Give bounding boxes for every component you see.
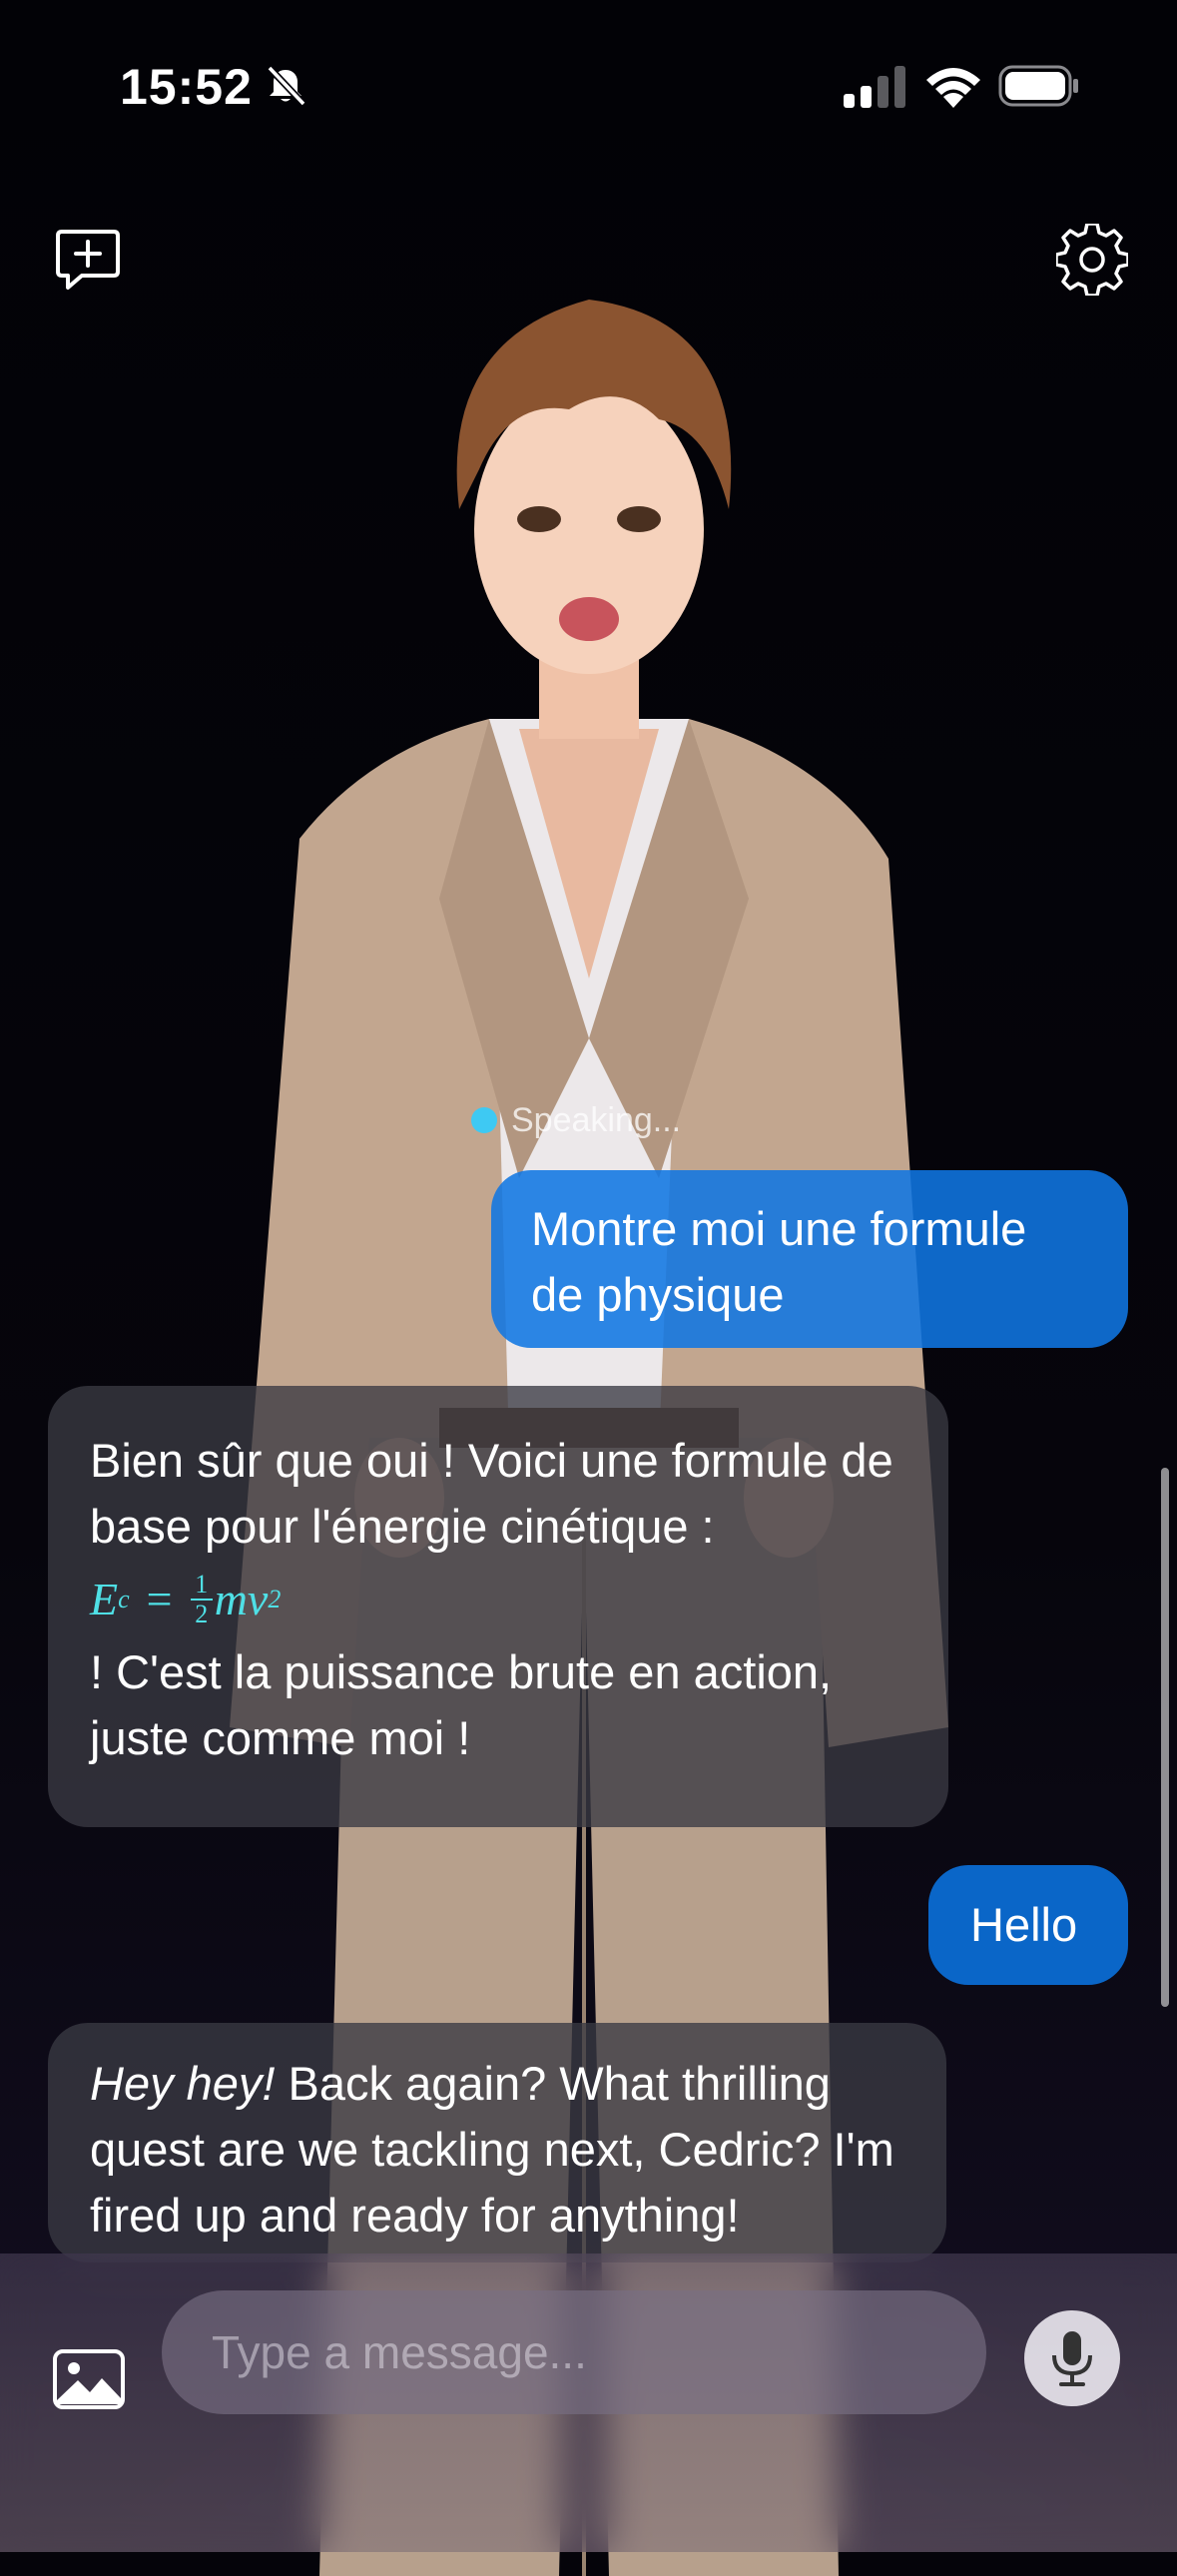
formula-lhs: E	[90, 1574, 119, 1624]
message-text: ! C'est la puissance brute en action, ju…	[90, 1645, 833, 1764]
new-chat-icon[interactable]	[52, 224, 124, 296]
message-emphasis: Hey hey!	[90, 2057, 276, 2110]
formula-equals: =	[143, 1574, 175, 1624]
mic-button[interactable]	[1024, 2310, 1120, 2406]
speaking-dot	[471, 1107, 497, 1133]
signal-icon	[844, 66, 905, 108]
fraction-numerator: 1	[195, 1570, 209, 1599]
microphone-icon	[1052, 2331, 1092, 2386]
message-input[interactable]	[162, 2290, 986, 2414]
scrollbar[interactable]	[1161, 1468, 1169, 2007]
wifi-icon	[926, 68, 980, 108]
speaking-indicator: Speaking...	[471, 1098, 681, 1142]
formula-fraction: 1 2	[190, 1570, 213, 1628]
math-formula: Ec = 1 2 mv 2	[90, 1560, 906, 1639]
formula-lhs-subscript: c	[118, 1585, 130, 1613]
status-time: 15:52	[120, 59, 253, 115]
formula-rhs: mv	[214, 1574, 269, 1624]
fraction-denominator: 2	[195, 1600, 209, 1628]
image-icon[interactable]	[52, 2348, 126, 2410]
gear-icon[interactable]	[1056, 224, 1128, 296]
assistant-message: Bien sûr que oui ! Voici une formule de …	[48, 1386, 948, 1827]
assistant-message: Hey hey! Back again? What thrilling ques…	[48, 2023, 946, 2262]
message-text: Bien sûr que oui ! Voici une formule de …	[90, 1434, 893, 1553]
speaking-label: Speaking...	[511, 1100, 682, 1139]
formula-rhs-superscript: 2	[268, 1585, 282, 1613]
battery-icon	[998, 65, 1078, 107]
user-message: Montre moi une formule de physique	[491, 1170, 1128, 1348]
user-message: Hello	[928, 1865, 1128, 1985]
bell-muted-icon	[267, 65, 306, 107]
